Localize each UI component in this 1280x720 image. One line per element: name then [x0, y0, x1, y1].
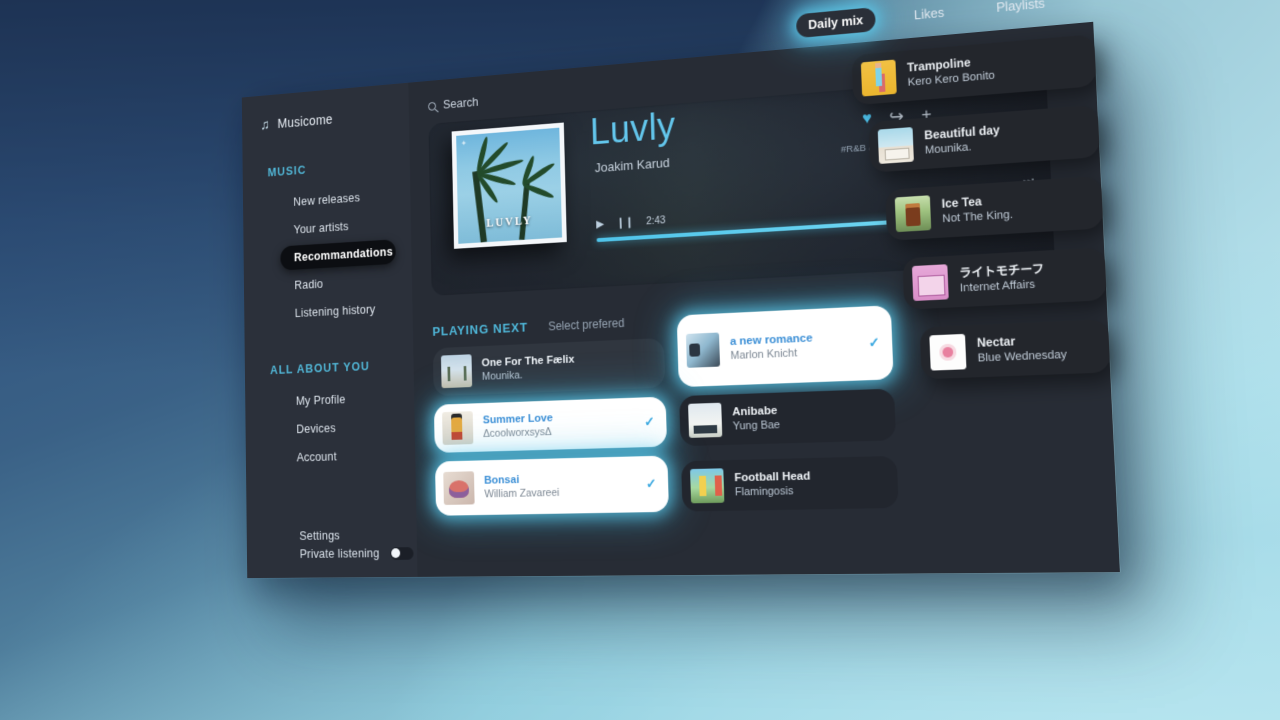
- search-input[interactable]: Search: [443, 95, 479, 111]
- track-thumbnail: [443, 471, 474, 505]
- private-listening-toggle[interactable]: [390, 547, 413, 560]
- sidebar-item-your-artists[interactable]: Your artists: [262, 211, 401, 244]
- rail-item-text: Ice Tea Not The King.: [941, 188, 1087, 227]
- list-item-title: a new romance: [730, 329, 858, 349]
- list-item-artist: Marlon Knicht: [730, 344, 858, 364]
- sidebar: ♫ Musicome MUSIC New releases Your artis…: [242, 83, 418, 579]
- track-thumbnail: [686, 332, 720, 367]
- album-cover[interactable]: ✦ LUVLY: [452, 123, 567, 249]
- list-item-artist: Flamingosis: [735, 482, 886, 500]
- sidebar-item-devices[interactable]: Devices: [264, 414, 404, 443]
- headphones-icon: ♫: [260, 117, 270, 131]
- list-item[interactable]: Summer Love ΔcoolworxsysΔ ✓: [434, 397, 667, 453]
- screen: ♫ Musicome MUSIC New releases Your artis…: [0, 0, 1280, 720]
- sidebar-item-radio[interactable]: Radio: [262, 267, 401, 299]
- list-item[interactable]: Bonsai William Zavareei ✓: [435, 456, 669, 516]
- sidebar-item-my-profile[interactable]: My Profile: [264, 385, 404, 415]
- list-item-artist: William Zavareei: [484, 484, 636, 501]
- perspective-stage: ♫ Musicome MUSIC New releases Your artis…: [0, 0, 1280, 720]
- list-item[interactable]: One For The Fælix Mounika.: [433, 338, 666, 396]
- sidebar-item-recommandations[interactable]: Recommandations: [280, 239, 396, 270]
- cover-mark-icon: ✦: [461, 139, 467, 148]
- list-item-text: a new romance Marlon Knicht: [730, 329, 858, 363]
- list-item-title: Football Head: [734, 467, 885, 485]
- swoosh-decoration: [763, 463, 1120, 578]
- list-item[interactable]: a new romance Marlon Knicht ✓: [677, 305, 894, 387]
- list-item[interactable]: Anibabe Yung Bae: [679, 389, 896, 447]
- list-item-title: Anibabe: [732, 400, 883, 420]
- list-item-text: Football Head Flamingosis: [734, 467, 886, 500]
- current-time: 2:43: [646, 214, 666, 227]
- play-icon[interactable]: ▶: [596, 219, 604, 230]
- album-cover-art: ✦ LUVLY: [456, 128, 562, 244]
- brand-name: Musicome: [277, 112, 332, 131]
- list-item[interactable]: Football Head Flamingosis: [681, 456, 899, 512]
- track-thumbnail: [442, 411, 473, 445]
- track-thumbnail: [688, 403, 722, 438]
- list-item-text: One For The Fælix Mounika.: [481, 349, 653, 384]
- brand: ♫ Musicome: [242, 103, 409, 134]
- track-thumbnail: [690, 468, 724, 503]
- list-item-text: Summer Love ΔcoolworxsysΔ: [483, 408, 635, 441]
- tab-likes[interactable]: Likes: [901, 0, 957, 29]
- sidebar-item-listening-history[interactable]: Listening history: [263, 296, 403, 328]
- private-listening-label: Private listening: [247, 547, 380, 562]
- sidebar-item-settings[interactable]: Settings: [247, 523, 417, 548]
- select-prefered-label[interactable]: Select prefered: [548, 316, 624, 333]
- tab-daily-mix[interactable]: Daily mix: [796, 7, 876, 38]
- list-item-artist: Yung Bae: [733, 415, 884, 434]
- playing-next-list: One For The Fælix Mounika. a new romance…: [433, 327, 910, 515]
- list-item-text: Bonsai William Zavareei: [484, 470, 636, 502]
- check-icon: ✓: [646, 476, 657, 492]
- track-thumbnail: [441, 354, 472, 388]
- track-title: Luvly: [590, 108, 677, 153]
- tab-playlists[interactable]: Playlists: [983, 0, 1058, 21]
- list-item-title: Bonsai: [484, 470, 636, 488]
- album-cover-label: LUVLY: [458, 211, 562, 232]
- list-item-text: Anibabe Yung Bae: [732, 400, 883, 434]
- sidebar-section-title-all-about-you: ALL ABOUT YOU: [245, 358, 414, 378]
- toggle-knob: [391, 548, 400, 558]
- sidebar-item-account[interactable]: Account: [264, 442, 405, 470]
- app-window: ♫ Musicome MUSIC New releases Your artis…: [242, 22, 1120, 579]
- private-listening-row: Private listening: [247, 546, 418, 578]
- check-icon: ✓: [644, 414, 655, 430]
- playing-next-title: PLAYING NEXT: [432, 320, 528, 339]
- search-icon: [428, 101, 436, 110]
- sidebar-section-title-music: MUSIC: [243, 156, 410, 182]
- sidebar-spacer: [246, 469, 416, 526]
- pause-icon[interactable]: ❙❙: [616, 217, 634, 229]
